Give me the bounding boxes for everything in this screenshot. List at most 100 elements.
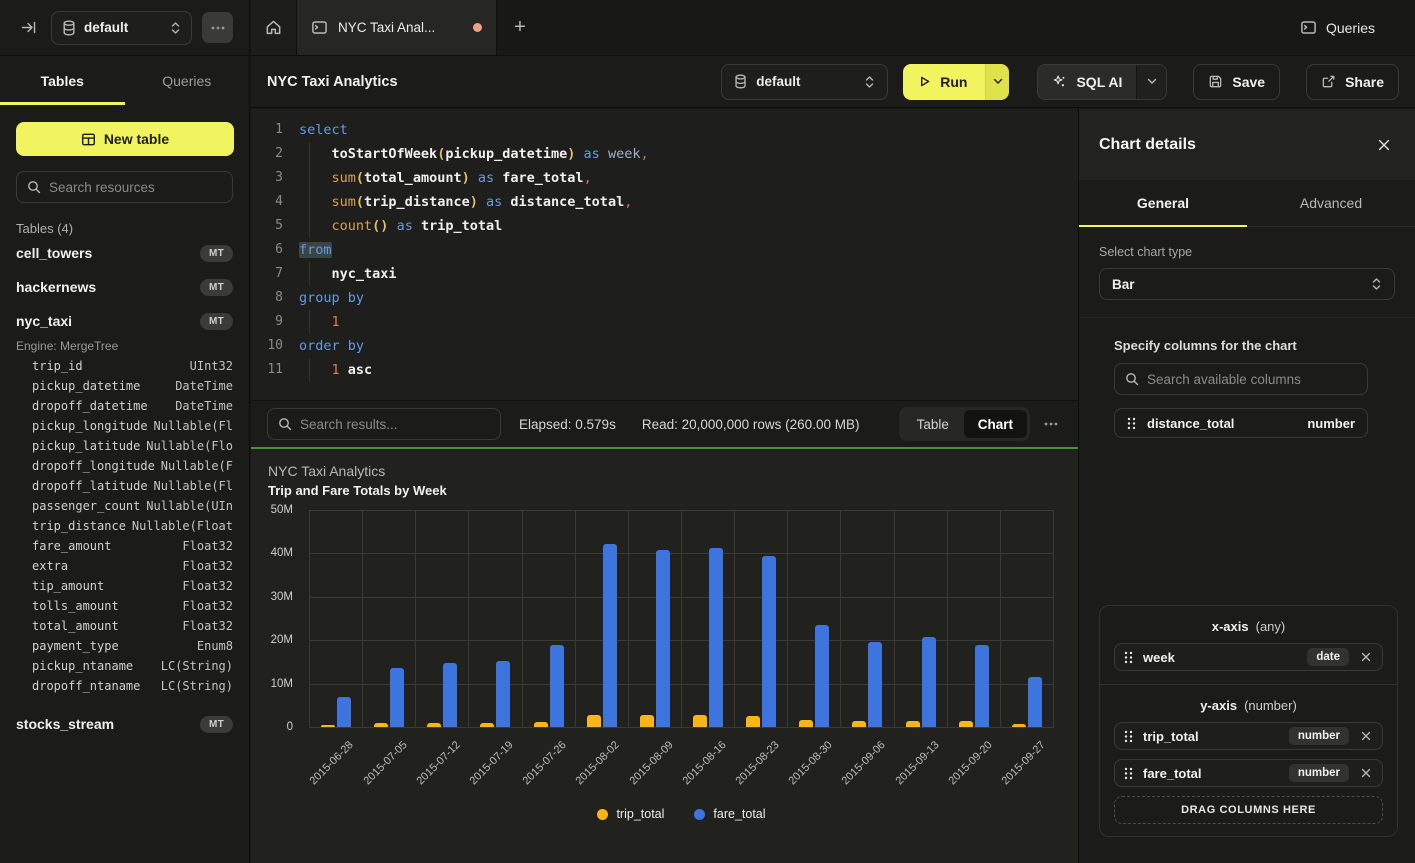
sparkles-icon xyxy=(1052,74,1067,89)
share-button[interactable]: Share xyxy=(1306,64,1399,100)
sql-console-app: default Tables Queries New table Tables … xyxy=(0,0,1415,863)
fare_total-bar xyxy=(656,550,670,727)
column-name: total_amount xyxy=(32,619,119,639)
sidebar-search-input[interactable] xyxy=(49,180,222,195)
sql-ai-options-button[interactable] xyxy=(1136,65,1166,99)
sidebar-database-selector[interactable]: default xyxy=(51,11,192,45)
remove-column-button[interactable] xyxy=(1359,650,1373,664)
trip_total-bar xyxy=(321,725,335,727)
code-text: toStartOfWeek(pickup_datetime) as week, xyxy=(299,142,649,166)
fare_total-bar xyxy=(1028,677,1042,727)
remove-icon xyxy=(1361,731,1371,741)
fare_total-bar xyxy=(868,642,882,727)
results-more-button[interactable] xyxy=(1040,418,1062,430)
table-column-row: dropoff_longitudeNullable(F xyxy=(16,459,233,479)
tables-heading: Tables (4) xyxy=(16,221,233,236)
home-button[interactable] xyxy=(251,0,297,55)
sidebar-tab-tables[interactable]: Tables xyxy=(0,56,125,105)
column-name: fare_amount xyxy=(32,539,111,559)
x-tick-label: 2015-08-16 xyxy=(680,739,728,787)
search-icon xyxy=(1125,372,1139,386)
run-options-button[interactable] xyxy=(985,64,1009,100)
save-label: Save xyxy=(1232,74,1265,90)
panel-tab-general[interactable]: General xyxy=(1079,180,1247,226)
table-item-cell-towers[interactable]: cell_towers MT xyxy=(16,236,233,270)
remove-column-button[interactable] xyxy=(1359,766,1373,780)
table-column-row: total_amount Float32 xyxy=(16,619,233,639)
view-toggle-table[interactable]: Table xyxy=(902,410,964,438)
fare_total-bar xyxy=(496,661,510,727)
queries-link[interactable]: Queries xyxy=(1300,0,1415,55)
save-button[interactable]: Save xyxy=(1193,64,1280,100)
x-tick-label: 2015-08-02 xyxy=(574,739,622,787)
legend-label: fare_total xyxy=(713,807,765,821)
y-axis-item-fare-total[interactable]: fare_total number xyxy=(1114,759,1383,787)
x-tick-label: 2015-09-27 xyxy=(1000,739,1048,787)
axis-column-name: fare_total xyxy=(1143,766,1279,781)
sidebar-more-button[interactable] xyxy=(202,12,233,43)
code-line: 2 toStartOfWeek(pickup_datetime) as week… xyxy=(261,142,1078,166)
x-tick-label: 2015-07-12 xyxy=(414,739,462,787)
new-tab-button[interactable]: + xyxy=(497,0,543,55)
chart-card: NYC Taxi Analytics Trip and Fare Totals … xyxy=(251,447,1078,863)
run-button[interactable]: Run xyxy=(903,64,985,100)
header-database-selector[interactable]: default xyxy=(721,64,888,100)
y-axis-item-trip-total[interactable]: trip_total number xyxy=(1114,722,1383,750)
run-label: Run xyxy=(940,74,967,90)
column-type: Float32 xyxy=(182,599,233,619)
chevron-down-icon xyxy=(993,78,1003,85)
code-line: 9 1 xyxy=(261,310,1078,334)
table-item-hackernews[interactable]: hackernews MT xyxy=(16,270,233,304)
gridline xyxy=(309,727,1054,728)
tab-nyc-taxi-analytics[interactable]: NYC Taxi Anal... xyxy=(297,0,497,55)
legend-item-fare_total[interactable]: fare_total xyxy=(694,807,765,821)
search-icon xyxy=(278,417,292,431)
drag-handle-icon xyxy=(1124,651,1133,664)
legend-item-trip_total[interactable]: trip_total xyxy=(597,807,664,821)
x-axis-item-week[interactable]: week date xyxy=(1114,643,1383,671)
fare_total-bar xyxy=(550,645,564,727)
sql-editor[interactable]: 1select2 toStartOfWeek(pickup_datetime) … xyxy=(251,109,1078,400)
new-table-button[interactable]: New table xyxy=(16,122,234,156)
collapse-sidebar-button[interactable] xyxy=(16,15,41,40)
code-line: 5 count() as trip_total xyxy=(261,214,1078,238)
chart-type-select[interactable]: Bar xyxy=(1099,268,1395,300)
view-toggle-chart[interactable]: Chart xyxy=(964,410,1027,438)
queries-icon xyxy=(1300,19,1317,36)
columns-search[interactable] xyxy=(1114,363,1368,395)
remove-column-button[interactable] xyxy=(1359,729,1373,743)
more-horizontal-icon xyxy=(211,26,225,30)
remove-icon xyxy=(1361,652,1371,662)
legend-label: trip_total xyxy=(616,807,664,821)
available-column-distance-total[interactable]: distance_total number xyxy=(1114,408,1368,438)
specify-columns-label: Specify columns for the chart xyxy=(1114,338,1395,353)
results-search[interactable] xyxy=(267,408,501,440)
sidebar: default Tables Queries New table Tables … xyxy=(0,0,250,863)
panel-tab-advanced[interactable]: Advanced xyxy=(1247,180,1415,226)
elapsed-stat: Elapsed: 0.579s xyxy=(519,417,616,432)
drag-columns-dropzone[interactable]: DRAG COLUMNS HERE xyxy=(1114,796,1383,824)
table-item-stocks-stream[interactable]: stocks_stream MT xyxy=(16,707,233,741)
results-search-input[interactable] xyxy=(300,417,490,432)
fare_total-bar xyxy=(922,637,936,727)
table-item-nyc-taxi[interactable]: nyc_taxi MT xyxy=(16,304,233,338)
drag-handle-icon xyxy=(1124,767,1133,780)
column-name: pickup_latitude xyxy=(32,439,140,459)
table-column-row: dropoff_latitudeNullable(Fl xyxy=(16,479,233,499)
fare_total-bar xyxy=(337,697,351,727)
code-text: sum(trip_distance) as distance_total, xyxy=(299,190,632,214)
nyc-taxi-columns-list: trip_idUInt32pickup_datetimeDateTimedrop… xyxy=(16,359,233,699)
sql-ai-button[interactable]: SQL AI xyxy=(1038,65,1136,99)
panel-tabs: General Advanced xyxy=(1079,180,1415,227)
columns-search-input[interactable] xyxy=(1147,372,1357,387)
line-number: 9 xyxy=(261,310,283,334)
column-name: passenger_count xyxy=(32,499,140,519)
column-type: Float32 xyxy=(182,619,233,639)
chart-type-value: Bar xyxy=(1112,277,1371,292)
x-tick-label: 2015-07-05 xyxy=(361,739,409,787)
sidebar-tab-queries[interactable]: Queries xyxy=(125,56,250,105)
sidebar-search[interactable] xyxy=(16,171,233,203)
close-panel-button[interactable] xyxy=(1373,134,1395,156)
run-button-group: Run xyxy=(903,64,1009,100)
read-stat: Read: 20,000,000 rows (260.00 MB) xyxy=(642,417,860,432)
